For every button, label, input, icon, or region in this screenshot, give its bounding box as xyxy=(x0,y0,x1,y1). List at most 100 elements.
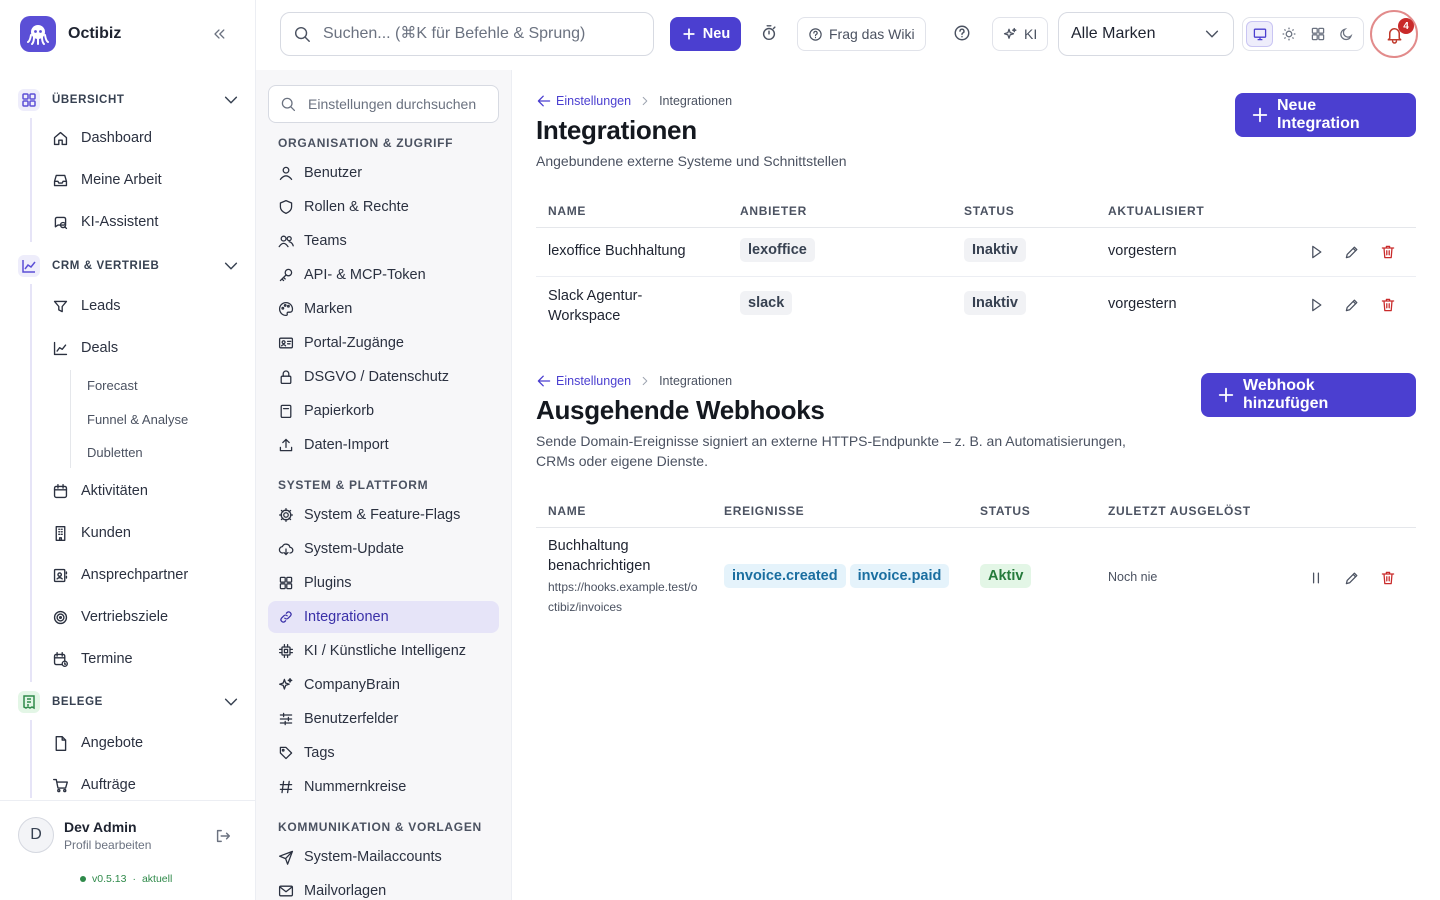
settings-item-system-update[interactable]: System-Update xyxy=(268,533,499,565)
new-button[interactable]: Neu xyxy=(670,17,741,51)
app-name: Octibiz xyxy=(68,25,122,42)
ai-button[interactable]: KI xyxy=(992,17,1049,51)
sidebar-item-dashboard[interactable]: Dashboard xyxy=(52,126,152,150)
sidebar-item-vertriebsziele[interactable]: Vertriebsziele xyxy=(52,605,168,629)
settings-item-mailvorlagen[interactable]: Mailvorlagen xyxy=(268,875,499,900)
sidebar-subitem-forecast[interactable]: Forecast xyxy=(87,378,138,393)
user-name[interactable]: Dev Admin xyxy=(64,819,137,835)
pause-icon[interactable] xyxy=(1308,570,1324,586)
column-header[interactable]: STATUS xyxy=(964,204,1014,218)
settings-item-integrationen[interactable]: Integrationen xyxy=(268,601,499,633)
settings-item-benutzer[interactable]: Benutzer xyxy=(268,157,499,189)
delete-icon[interactable] xyxy=(1380,297,1396,313)
settings-item-rollen[interactable]: Rollen & Rechte xyxy=(268,191,499,223)
column-header[interactable]: ZULETZT AUSGELÖST xyxy=(1108,504,1251,518)
edit-icon[interactable] xyxy=(1344,297,1360,313)
nav-section-crm[interactable]: CRM & VERTRIEB xyxy=(18,253,240,279)
settings-search-input[interactable] xyxy=(308,96,498,112)
sidebar-item-ki-assistent[interactable]: KI-Assistent xyxy=(52,210,158,234)
new-integration-button[interactable]: Neue Integration xyxy=(1235,93,1416,137)
column-header[interactable]: EREIGNISSE xyxy=(724,504,804,518)
settings-item-tags[interactable]: Tags xyxy=(268,737,499,769)
settings-item-api-token[interactable]: API- & MCP-Token xyxy=(268,259,499,291)
sidebar-item-termine[interactable]: Termine xyxy=(52,647,133,671)
users-icon xyxy=(278,233,294,249)
home-icon xyxy=(52,130,69,147)
column-header[interactable]: NAME xyxy=(548,204,586,218)
timer-icon[interactable] xyxy=(760,24,778,42)
column-header[interactable]: NAME xyxy=(548,504,586,518)
chevron-down-icon[interactable] xyxy=(222,257,240,275)
settings-item-teams[interactable]: Teams xyxy=(268,225,499,257)
moon-icon[interactable] xyxy=(1333,21,1360,47)
play-icon[interactable] xyxy=(1308,244,1324,260)
delete-icon[interactable] xyxy=(1380,570,1396,586)
breadcrumb-back-link[interactable]: Einstellungen xyxy=(536,93,631,109)
table-row[interactable]: lexoffice Buchhaltung lexoffice Inaktiv … xyxy=(536,228,1416,277)
collapse-sidebar-icon[interactable] xyxy=(206,24,232,44)
sidebar-item-label: Vertriebsziele xyxy=(81,609,169,625)
settings-item-import[interactable]: Daten-Import xyxy=(268,429,499,461)
edit-profile-link[interactable]: Profil bearbeiten xyxy=(64,838,151,852)
notification-count-badge: 4 xyxy=(1398,18,1414,34)
settings-item-label: Tags xyxy=(304,745,335,761)
sidebar-subitem-dubletten[interactable]: Dubletten xyxy=(87,445,143,460)
settings-item-mailaccounts[interactable]: System-Mailaccounts xyxy=(268,841,499,873)
settings-item-ki[interactable]: KI / Künstliche Intelligenz xyxy=(268,635,499,667)
help-icon[interactable] xyxy=(953,24,971,42)
settings-item-papierkorb[interactable]: Papierkorb xyxy=(268,395,499,427)
chevron-down-icon[interactable] xyxy=(222,91,240,109)
settings-item-marken[interactable]: Marken xyxy=(268,293,499,325)
ask-wiki-button[interactable]: Frag das Wiki xyxy=(797,17,926,51)
add-webhook-button[interactable]: Webhook hinzufügen xyxy=(1201,373,1416,417)
integration-name[interactable]: lexoffice Buchhaltung xyxy=(548,243,686,259)
table-row[interactable]: Slack Agentur-Workspace slack Inaktiv vo… xyxy=(536,277,1416,333)
settings-item-plugins[interactable]: Plugins xyxy=(268,567,499,599)
monitor-icon[interactable] xyxy=(1246,21,1274,47)
sidebar-item-auftraege[interactable]: Aufträge xyxy=(52,773,136,797)
notifications-button[interactable]: 4 xyxy=(1370,10,1418,58)
nav-section-uebersicht[interactable]: ÜBERSICHT xyxy=(18,87,240,113)
ai-button-label: KI xyxy=(1024,26,1038,42)
upload-icon xyxy=(278,437,294,453)
global-search[interactable] xyxy=(280,12,654,56)
sidebar-subitem-funnel[interactable]: Funnel & Analyse xyxy=(87,412,188,427)
column-header[interactable]: ANBIETER xyxy=(740,204,807,218)
column-header[interactable]: STATUS xyxy=(980,504,1030,518)
settings-search[interactable] xyxy=(268,85,499,123)
settings-item-feature-flags[interactable]: System & Feature-Flags xyxy=(268,499,499,531)
logout-icon[interactable] xyxy=(214,827,232,845)
settings-item-benutzerfelder[interactable]: Benutzerfelder xyxy=(268,703,499,735)
settings-item-portal[interactable]: Portal-Zugänge xyxy=(268,327,499,359)
edit-icon[interactable] xyxy=(1344,244,1360,260)
delete-icon[interactable] xyxy=(1380,244,1396,260)
sidebar-item-aktivitaeten[interactable]: Aktivitäten xyxy=(52,479,148,503)
sun-icon[interactable] xyxy=(1275,21,1302,47)
table-row[interactable]: Buchhaltung benachrichtigen https://hook… xyxy=(536,528,1416,626)
breadcrumb-back-link[interactable]: Einstellungen xyxy=(536,373,631,389)
layout-grid-icon[interactable] xyxy=(1304,21,1331,47)
settings-item-nummernkreise[interactable]: Nummernkreise xyxy=(268,771,499,803)
settings-item-companybrain[interactable]: CompanyBrain xyxy=(268,669,499,701)
breadcrumb: Einstellungen Integrationen xyxy=(536,372,732,390)
settings-item-dsgvo[interactable]: DSGVO / Datenschutz xyxy=(268,361,499,393)
settings-nav: ORGANISATION & ZUGRIFF Benutzer Rollen &… xyxy=(256,70,512,900)
play-icon[interactable] xyxy=(1308,297,1324,313)
nav-section-belege[interactable]: BELEGE xyxy=(18,689,240,715)
sidebar-item-leads[interactable]: Leads xyxy=(52,294,121,318)
chevron-down-icon[interactable] xyxy=(222,693,240,711)
integration-name[interactable]: Slack Agentur-Workspace xyxy=(548,286,688,326)
column-header[interactable]: AKTUALISIERT xyxy=(1108,204,1204,218)
sidebar-item-ansprechpartner[interactable]: Ansprechpartner xyxy=(52,563,188,587)
sidebar-item-meine-arbeit[interactable]: Meine Arbeit xyxy=(52,168,162,192)
sidebar-item-kunden[interactable]: Kunden xyxy=(52,521,131,545)
avatar[interactable]: D xyxy=(18,817,54,853)
sidebar-item-deals[interactable]: Deals xyxy=(52,336,118,360)
shield-icon xyxy=(278,199,294,215)
brand[interactable]: Octibiz xyxy=(20,16,121,52)
webhook-name[interactable]: Buchhaltung benachrichtigen xyxy=(548,536,698,576)
brand-select[interactable]: Alle Marken xyxy=(1058,12,1234,56)
sidebar-item-angebote[interactable]: Angebote xyxy=(52,731,143,755)
global-search-input[interactable] xyxy=(323,25,643,43)
edit-icon[interactable] xyxy=(1344,570,1360,586)
